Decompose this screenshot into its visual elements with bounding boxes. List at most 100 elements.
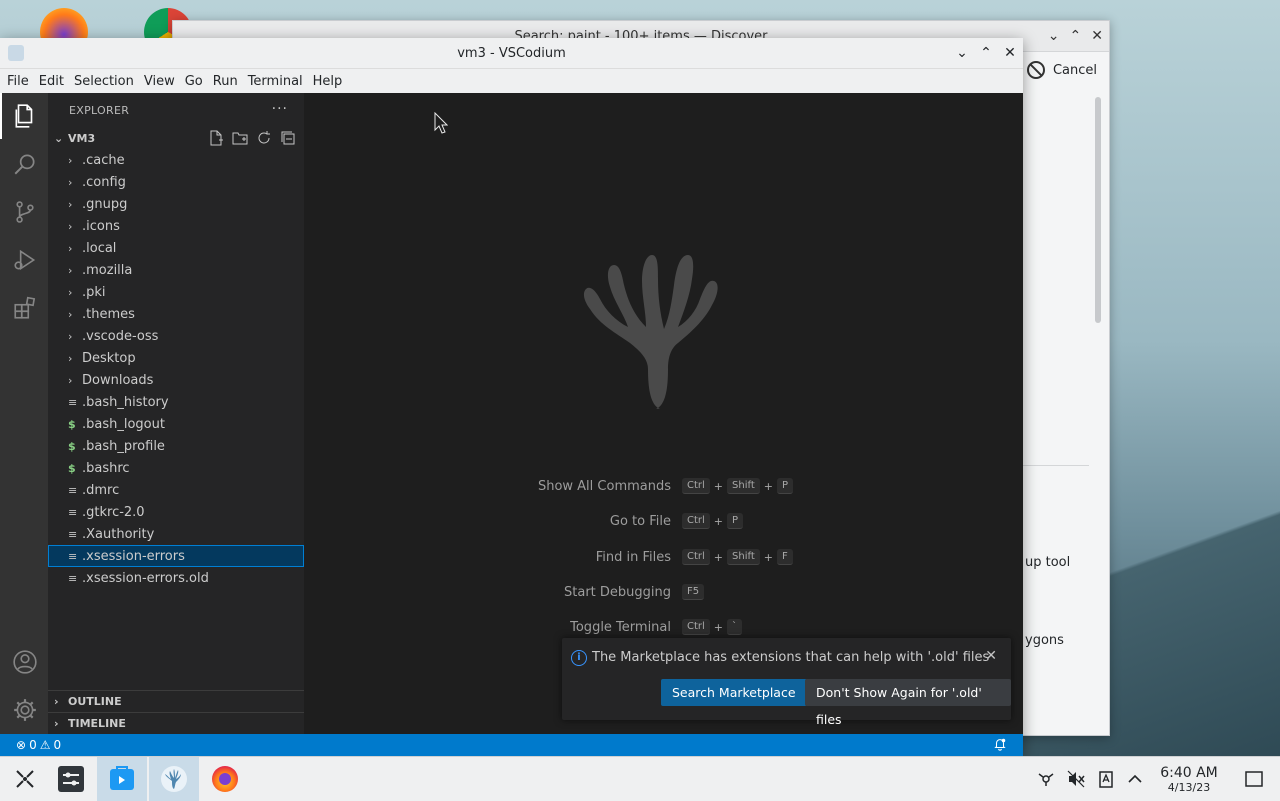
minimize-icon[interactable]: ⌄ (1048, 28, 1060, 44)
folder-item[interactable]: › .config (48, 171, 304, 193)
vscodium-app-icon (8, 45, 24, 61)
show-desktop-icon[interactable] (1244, 769, 1264, 789)
menu-selection[interactable]: Selection (69, 74, 139, 89)
file-item[interactable]: ≡ .xsession-errors.old (48, 567, 304, 589)
chevron-up-icon[interactable] (1125, 769, 1145, 789)
clock[interactable]: 6:40 AM 4/13/23 (1152, 765, 1226, 795)
menu-go[interactable]: Go (180, 74, 208, 89)
cancel-label: Cancel (1052, 62, 1097, 78)
folder-label: Desktop (82, 350, 136, 366)
folder-item[interactable]: › Downloads (48, 369, 304, 391)
chevron-right-icon: › (68, 241, 73, 255)
folder-item[interactable]: › .gnupg (48, 193, 304, 215)
file-label: .bash_profile (82, 438, 165, 454)
scrollbar[interactable] (1095, 97, 1101, 323)
key-cap: Shift (727, 478, 760, 494)
folder-label: .themes (82, 306, 135, 322)
shortcut-label: Go to File (609, 514, 671, 529)
menubar: File Edit Selection View Go Run Terminal… (0, 69, 1023, 93)
chevron-right-icon: › (54, 695, 59, 708)
problems-indicator[interactable]: ⊗ 0 ⚠ 0 (0, 738, 61, 752)
folder-item[interactable]: › .local (48, 237, 304, 259)
shortcut-label: Find in Files (595, 550, 671, 565)
vscodium-icon (161, 766, 187, 792)
settings-gear-icon[interactable] (12, 697, 38, 723)
search-icon[interactable] (12, 151, 38, 177)
workspace-root[interactable]: ⌄ VM3 (48, 127, 304, 149)
folder-item[interactable]: › .mozilla (48, 259, 304, 281)
file-label: .bashrc (82, 460, 130, 476)
refresh-icon[interactable] (256, 130, 272, 146)
chevron-right-icon: › (68, 307, 73, 321)
close-icon[interactable]: ✕ (985, 648, 997, 664)
text-file-icon: ≡ (68, 527, 78, 541)
discover-item-text: ygons (1025, 633, 1064, 648)
timeline-section[interactable]: › TIMELINE (48, 712, 304, 734)
file-item[interactable]: $ .bash_logout (48, 413, 304, 435)
folder-item[interactable]: › .themes (48, 303, 304, 325)
explorer-title: EXPLORER (69, 103, 130, 117)
file-item[interactable]: ≡ .bash_history (48, 391, 304, 413)
taskbar: 6:40 AM 4/13/23 (0, 756, 1280, 801)
file-label: .bash_logout (82, 416, 165, 432)
outline-section[interactable]: › OUTLINE (48, 690, 304, 712)
status-bar: ⊗ 0 ⚠ 0 (0, 734, 1023, 756)
system-settings-icon (58, 766, 84, 792)
folder-item[interactable]: › .vscode-oss (48, 325, 304, 347)
dont-show-again-button[interactable]: Don't Show Again for '.old' files (805, 679, 1011, 727)
minimize-icon[interactable]: ⌄ (955, 46, 969, 60)
maximize-icon[interactable]: ⌃ (1070, 28, 1082, 44)
shortcut-show-all-commands: Show All Commands Ctrl + Shift + P (304, 478, 1023, 498)
taskbar-firefox-button[interactable] (200, 757, 250, 801)
extensions-icon[interactable] (12, 295, 38, 321)
file-item[interactable]: ≡ .dmrc (48, 479, 304, 501)
vscodium-logo-watermark (583, 255, 718, 409)
file-item[interactable]: ≡ .gtkrc-2.0 (48, 501, 304, 523)
folder-item[interactable]: › .pki (48, 281, 304, 303)
file-item[interactable]: $ .bash_profile (48, 435, 304, 457)
volume-muted-icon[interactable] (1066, 769, 1086, 789)
cancel-button[interactable]: Cancel (1026, 61, 1097, 79)
collapse-all-icon[interactable] (280, 130, 296, 146)
error-count: 0 (29, 738, 37, 752)
folder-item[interactable]: › .cache (48, 149, 304, 171)
close-icon[interactable]: ✕ (1091, 28, 1103, 44)
network-icon[interactable] (1036, 769, 1056, 789)
mouse-cursor-icon (434, 112, 448, 134)
info-icon: i (571, 650, 587, 666)
notifications-bell-icon[interactable] (993, 737, 1007, 751)
menu-run[interactable]: Run (208, 74, 243, 89)
shortcut-find-in-files: Find in Files Ctrl + Shift + F (304, 549, 1023, 569)
application-launcher-button[interactable] (0, 757, 50, 801)
menu-view[interactable]: View (139, 74, 180, 89)
menu-terminal[interactable]: Terminal (243, 74, 308, 89)
accounts-icon[interactable] (12, 649, 38, 675)
taskbar-discover-button[interactable] (97, 757, 147, 801)
new-file-icon[interactable] (208, 130, 224, 146)
run-debug-icon[interactable] (12, 247, 38, 273)
marketplace-notification: i The Marketplace has extensions that ca… (562, 638, 1011, 727)
file-item[interactable]: ≡ .Xauthority (48, 523, 304, 545)
folder-item[interactable]: › .icons (48, 215, 304, 237)
menu-edit[interactable]: Edit (34, 74, 69, 89)
folder-item[interactable]: › Desktop (48, 347, 304, 369)
menu-file[interactable]: File (2, 74, 34, 89)
folder-label: .vscode-oss (82, 328, 159, 344)
explorer-sidebar: EXPLORER ··· ⌄ VM3 › .cache › .config › .gn… (48, 93, 304, 734)
file-item-selected[interactable]: ≡ .xsession-errors (48, 545, 304, 567)
taskbar-settings-button[interactable] (46, 757, 96, 801)
explorer-icon[interactable] (12, 103, 38, 129)
maximize-icon[interactable]: ⌃ (979, 46, 993, 60)
text-file-icon: ≡ (68, 505, 78, 519)
new-folder-icon[interactable] (232, 130, 248, 146)
close-icon[interactable]: ✕ (1003, 46, 1017, 60)
clipboard-icon[interactable] (1096, 769, 1116, 789)
more-actions-icon[interactable]: ··· (272, 101, 288, 117)
source-control-icon[interactable] (12, 199, 38, 225)
shell-file-icon: $ (68, 461, 76, 475)
search-marketplace-button[interactable]: Search Marketplace (661, 679, 807, 706)
file-item[interactable]: $ .bashrc (48, 457, 304, 479)
menu-help[interactable]: Help (308, 74, 348, 89)
key-cap: Ctrl (682, 478, 710, 494)
taskbar-vscodium-button[interactable] (149, 757, 199, 801)
